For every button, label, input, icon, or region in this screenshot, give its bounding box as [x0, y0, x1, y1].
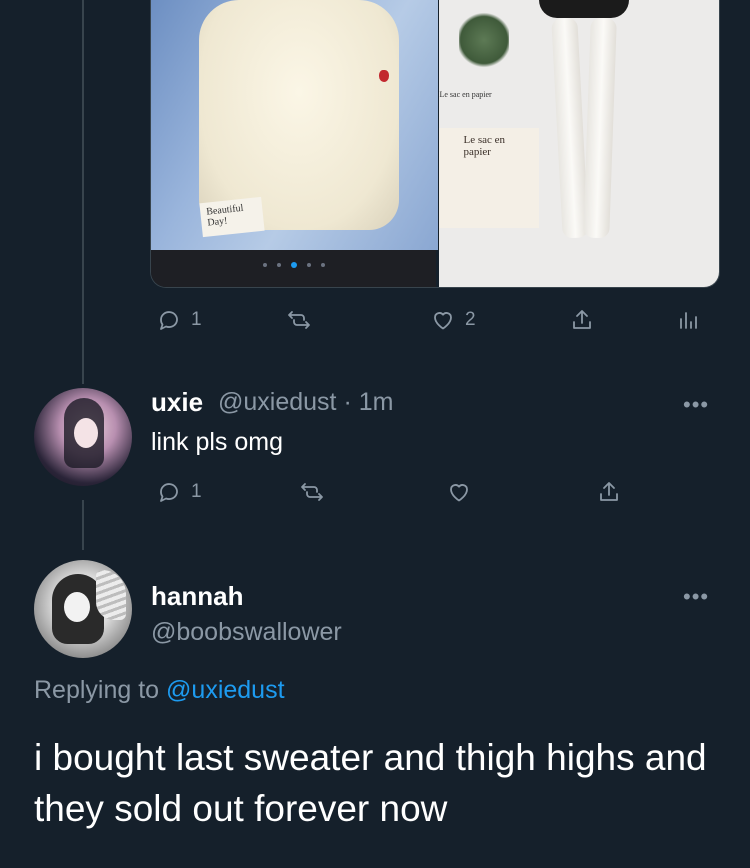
reply-icon [160, 311, 178, 330]
reply-button[interactable]: 1 [157, 480, 202, 504]
reply-button[interactable]: 1 [157, 308, 202, 332]
retweet-button[interactable] [300, 480, 324, 504]
retweet-icon [301, 483, 323, 501]
author-handle[interactable]: @uxiedust · 1m [218, 388, 393, 417]
like-count: 2 [465, 309, 476, 330]
carousel-dot[interactable] [262, 263, 267, 267]
retweet-icon [288, 311, 310, 329]
thread-line-top [82, 0, 84, 384]
retweet-button[interactable] [287, 308, 311, 332]
more-icon[interactable]: ••• [683, 392, 709, 418]
photo-tag-text: Beautiful Day! [199, 196, 265, 238]
avatar-uxie[interactable] [34, 388, 132, 486]
sweater-photo: Beautiful Day! [151, 0, 438, 250]
like-icon [434, 312, 452, 330]
tweet-media[interactable]: Beautiful Day! Le sac en papier Le sac e… [150, 0, 720, 288]
tweet-text: link pls omg [151, 428, 283, 456]
carousel-dot[interactable] [320, 263, 325, 267]
timestamp[interactable]: 1m [359, 388, 394, 416]
media-image-thigh-highs[interactable]: Le sac en papier Le sac en papier [439, 0, 719, 287]
leg-shape [583, 17, 618, 239]
avatar-face-shape [64, 592, 90, 622]
thread-line-middle [82, 500, 84, 550]
carousel-dot[interactable] [276, 263, 281, 267]
avatar-hannah[interactable] [34, 560, 132, 658]
separator: · [343, 388, 352, 416]
avatar-face-shape [74, 418, 98, 448]
bag-label-small: Le sac en papier [439, 90, 492, 99]
media-image-sweater[interactable]: Beautiful Day! [151, 0, 438, 287]
plant-shape [459, 10, 510, 70]
like-button[interactable] [447, 480, 471, 504]
sweater-shape [199, 0, 399, 230]
strawberry-icon [379, 70, 389, 82]
reply-icon [160, 483, 178, 502]
share-icon [600, 482, 618, 501]
replying-to: Replying to @uxiedust [34, 676, 285, 705]
avatar-wing-shape [96, 570, 126, 620]
like-button[interactable]: 2 [431, 308, 476, 332]
replying-to-link[interactable]: @uxiedust [166, 676, 285, 704]
analytics-button[interactable] [676, 308, 700, 332]
tweet-text: i bought last sweater and thigh highs an… [34, 737, 707, 829]
author-name[interactable]: hannah [151, 581, 243, 612]
carousel-dots[interactable] [151, 262, 436, 268]
share-icon [573, 310, 591, 329]
more-icon[interactable]: ••• [683, 584, 709, 610]
handle-text: @uxiedust [218, 388, 337, 416]
author-handle[interactable]: @boobswallower [151, 618, 342, 647]
carousel-dot-active[interactable] [290, 262, 297, 268]
reply-count: 1 [191, 309, 202, 330]
share-button[interactable] [597, 480, 621, 504]
reply-count: 1 [191, 481, 202, 502]
skirt-shape [539, 0, 630, 18]
like-icon [450, 484, 468, 502]
bag-label: Le sac en papier [463, 134, 506, 158]
share-button[interactable] [570, 308, 594, 332]
author-name[interactable]: uxie [151, 387, 203, 418]
analytics-icon [680, 312, 697, 329]
paper-bag: Le sac en papier [439, 128, 540, 228]
replying-prefix: Replying to [34, 676, 160, 704]
carousel-dot[interactable] [306, 263, 311, 267]
